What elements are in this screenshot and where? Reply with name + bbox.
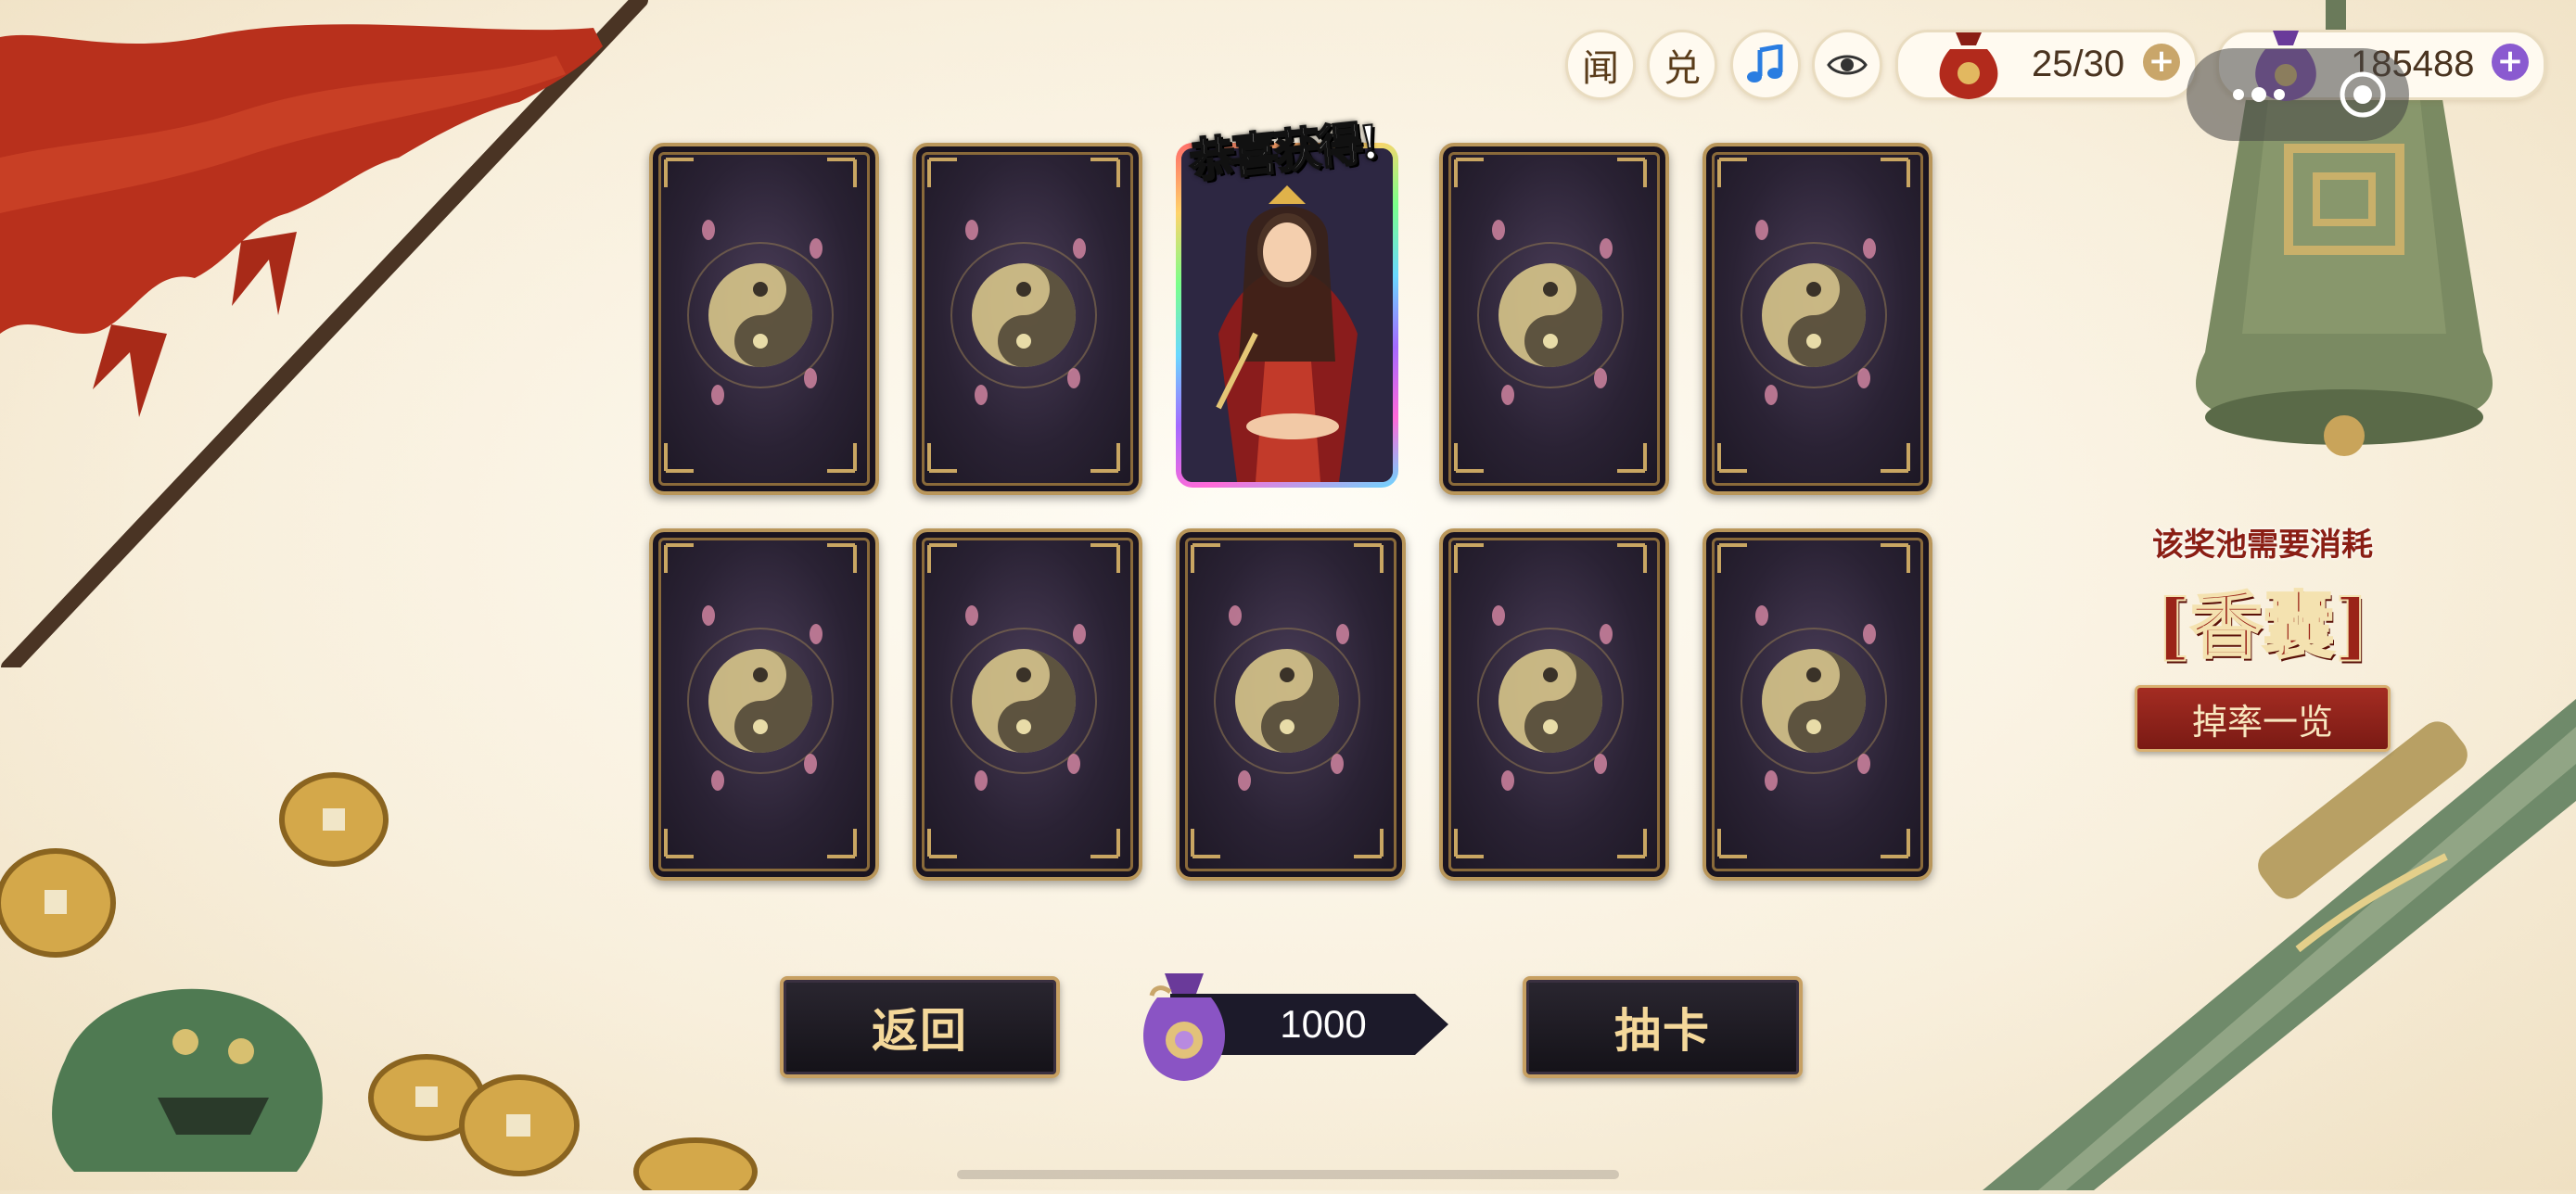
card-grid: 恭喜获得!: [649, 114, 1932, 884]
news-button[interactable]: 闻: [1565, 30, 1636, 100]
back-button[interactable]: 返回: [780, 976, 1060, 1078]
add-sachet-button[interactable]: +: [2143, 44, 2180, 81]
war-flag-decoration: [0, 0, 649, 676]
sachet-counter: 25/30 +: [1895, 30, 2198, 100]
music-note-icon: [1747, 44, 1783, 83]
revealed-card[interactable]: 恭喜获得!: [1176, 114, 1398, 488]
pool-requirement-label: 该奖池需要消耗: [2152, 527, 2373, 564]
pool-info-panel: 该奖池需要消耗 [香囊] 掉率一览: [2133, 519, 2392, 752]
miniprogram-capsule: [2187, 48, 2409, 141]
sachet-count: 25/30: [2032, 44, 2125, 84]
home-indicator: [957, 1170, 1619, 1179]
news-label: 闻: [1582, 47, 1619, 90]
close-miniprogram-button[interactable]: [2339, 70, 2387, 119]
purple-sachet-icon: [1142, 973, 1226, 1081]
exchange-label: 兑: [1664, 47, 1701, 90]
eye-icon: [1827, 55, 1868, 75]
yin-yang-card-back-icon: [1454, 158, 1647, 473]
face-down-card[interactable]: [649, 143, 879, 495]
draw-cost-display: 1000: [1133, 960, 1448, 1090]
exchange-button[interactable]: 兑: [1647, 30, 1717, 100]
yin-yang-card-back-icon: [1454, 543, 1647, 858]
add-currency-button[interactable]: +: [2492, 44, 2529, 81]
character-portrait-image: [1181, 148, 1393, 482]
yin-yang-card-back-icon: [664, 158, 857, 473]
revealed-card-art: [1181, 148, 1393, 482]
more-options-button[interactable]: [2229, 85, 2294, 104]
face-down-card[interactable]: [912, 528, 1142, 881]
yin-yang-card-back-icon: [1191, 543, 1384, 858]
more-dots-icon: [2233, 87, 2285, 102]
draw-card-button[interactable]: 抽卡: [1523, 976, 1803, 1078]
face-down-card[interactable]: [1439, 528, 1669, 881]
eye-toggle-button[interactable]: [1812, 30, 1882, 100]
face-down-card[interactable]: [1439, 143, 1669, 495]
target-close-icon: [2340, 71, 2386, 118]
yin-yang-card-back-icon: [927, 543, 1120, 858]
face-down-card[interactable]: [1702, 528, 1932, 881]
yin-yang-card-back-icon: [1717, 543, 1910, 858]
face-down-card[interactable]: [1176, 528, 1406, 881]
red-sachet-icon: [1939, 32, 1998, 99]
yin-yang-card-back-icon: [1717, 158, 1910, 473]
music-toggle-button[interactable]: [1730, 30, 1801, 100]
yin-yang-card-back-icon: [927, 158, 1120, 473]
cost-amount: 1000: [1280, 1002, 1367, 1046]
pool-item-label: [香囊]: [2155, 583, 2370, 669]
drop-rate-button[interactable]: 掉率一览: [2135, 685, 2391, 752]
face-down-card[interactable]: [1702, 143, 1932, 495]
face-down-card[interactable]: [649, 528, 879, 881]
face-down-card[interactable]: [912, 143, 1142, 495]
yin-yang-card-back-icon: [664, 543, 857, 858]
